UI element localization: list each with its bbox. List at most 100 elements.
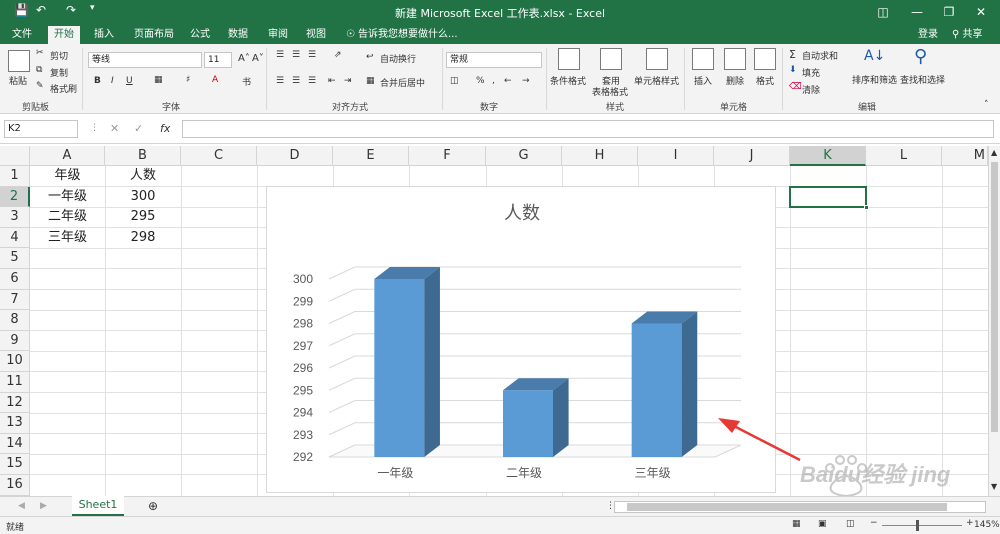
row-header[interactable]: 5 (0, 248, 30, 269)
cancel-icon[interactable]: ✕ (110, 122, 119, 135)
find-select-icon[interactable]: ⚲ (914, 46, 927, 67)
cut-button[interactable]: 剪切 (50, 49, 68, 62)
row-header[interactable]: 4 (0, 227, 30, 249)
copy-button[interactable]: 复制 (50, 66, 68, 79)
scroll-left-icon[interactable]: ◀ (18, 501, 25, 511)
increase-indent-icon[interactable]: ⇥ (344, 76, 352, 86)
cell-a1[interactable]: 年级 (30, 166, 105, 186)
font-size-select[interactable]: 11 (204, 52, 232, 68)
tab-formulas[interactable]: 公式 (184, 26, 216, 44)
decrease-decimal-icon[interactable]: → (522, 76, 530, 86)
conditional-format-icon[interactable] (558, 48, 580, 70)
number-format-select[interactable]: 常规 (446, 52, 542, 68)
row-header-selected[interactable]: 2 (0, 186, 30, 208)
collapse-ribbon-icon[interactable]: ˄ (984, 100, 989, 110)
font-name-select[interactable]: 等线 (88, 52, 202, 68)
column-header[interactable]: I (638, 146, 714, 166)
align-left-icon[interactable]: ☰ (276, 76, 284, 86)
delete-cells-button[interactable]: 删除 (726, 74, 744, 87)
fill-icon[interactable]: ⬇ (789, 65, 797, 75)
copy-icon[interactable]: ⧉ (36, 65, 42, 75)
tab-view[interactable]: 视图 (300, 26, 332, 44)
tab-data[interactable]: 数据 (222, 26, 254, 44)
align-center-icon[interactable]: ☰ (292, 76, 300, 86)
sort-filter-icon[interactable]: A↓ (864, 48, 885, 64)
row-header[interactable]: 11 (0, 372, 30, 393)
format-table-icon[interactable] (600, 48, 622, 70)
enter-icon[interactable]: ✓ (134, 122, 143, 135)
fill-color-icon[interactable]: ♯ (186, 75, 190, 85)
clear-icon[interactable]: ⌫ (789, 82, 802, 92)
horizontal-scrollbar[interactable] (614, 501, 986, 513)
bold-button[interactable]: B (94, 76, 101, 86)
cell-styles-button[interactable]: 单元格样式 (634, 74, 679, 87)
column-header[interactable]: G (486, 146, 562, 166)
decrease-indent-icon[interactable]: ⇤ (328, 76, 336, 86)
scroll-up-icon[interactable]: ▲ (991, 148, 997, 157)
grow-font-icon[interactable]: A˄ (238, 53, 250, 64)
row-header[interactable]: 10 (0, 351, 30, 372)
column-header[interactable]: F (409, 146, 486, 166)
increase-decimal-icon[interactable]: ← (504, 76, 512, 86)
tab-review[interactable]: 审阅 (262, 26, 294, 44)
tab-page-layout[interactable]: 页面布局 (128, 26, 180, 44)
formula-input[interactable] (182, 120, 994, 138)
horizontal-scroll-thumb[interactable] (627, 503, 947, 511)
format-painter-icon[interactable]: ✎ (36, 81, 44, 91)
zoom-out-icon[interactable]: − (870, 518, 878, 528)
paste-button[interactable]: 粘贴 (9, 74, 27, 87)
minimize-icon[interactable]: — (902, 2, 932, 22)
cell-b1[interactable]: 人数 (105, 166, 181, 186)
cell-a3[interactable]: 二年级 (30, 207, 105, 227)
select-all-corner[interactable] (0, 146, 30, 166)
login-link[interactable]: 登录 (912, 26, 944, 44)
align-right-icon[interactable]: ☰ (308, 76, 316, 86)
scroll-down-icon[interactable]: ▼ (991, 482, 997, 491)
column-header[interactable]: J (714, 146, 790, 166)
row-header[interactable]: 15 (0, 454, 30, 475)
format-cells-icon[interactable] (754, 48, 776, 70)
cut-icon[interactable]: ✂ (36, 48, 44, 58)
close-icon[interactable]: ✕ (966, 2, 996, 22)
underline-button[interactable]: U (126, 76, 133, 86)
vertical-scroll-thumb[interactable] (991, 162, 998, 432)
row-header[interactable]: 6 (0, 269, 30, 290)
format-cells-button[interactable]: 格式 (756, 74, 774, 87)
column-header[interactable]: D (257, 146, 333, 166)
insert-cells-icon[interactable] (692, 48, 714, 70)
row-header[interactable]: 9 (0, 330, 30, 352)
row-header[interactable]: 8 (0, 310, 30, 331)
active-cell-k2[interactable] (789, 186, 867, 208)
chart-title[interactable]: 人数 (504, 203, 540, 223)
tab-file[interactable]: 文件 (6, 26, 38, 44)
fill-handle[interactable] (864, 205, 869, 210)
insert-function-button[interactable]: fx (160, 122, 170, 135)
scroll-right-icon[interactable]: ▶ (40, 501, 47, 511)
format-painter-button[interactable]: 格式刷 (50, 82, 77, 95)
cell-a2[interactable]: 一年级 (30, 187, 105, 207)
align-middle-icon[interactable]: ☰ (292, 50, 300, 60)
ribbon-display-icon[interactable]: ◫ (868, 2, 898, 22)
column-header[interactable]: A (30, 146, 105, 166)
clear-button[interactable]: 清除 (802, 83, 820, 96)
shrink-font-icon[interactable]: A˅ (252, 53, 264, 64)
column-header[interactable]: L (866, 146, 942, 166)
cell-b3[interactable]: 295 (105, 207, 181, 227)
column-header[interactable]: H (562, 146, 638, 166)
accounting-icon[interactable]: ◫ (450, 76, 459, 86)
paste-icon[interactable] (8, 50, 30, 72)
wrap-text-icon[interactable]: ↩ (366, 52, 374, 62)
column-header[interactable]: E (333, 146, 409, 166)
cell-a4[interactable]: 三年级 (30, 228, 105, 248)
column-header[interactable]: M (942, 146, 988, 166)
restore-icon[interactable]: ❐ (934, 2, 964, 22)
cell-b4[interactable]: 298 (105, 228, 181, 248)
find-select-button[interactable]: 查找和选择 (900, 73, 945, 86)
row-header[interactable]: 1 (0, 166, 30, 187)
vertical-scrollbar[interactable]: ▲ ▼ (988, 146, 1000, 496)
sort-filter-button[interactable]: 排序和筛选 (852, 73, 897, 86)
sheet-tab-sheet1[interactable]: Sheet1 (72, 496, 124, 516)
row-header[interactable]: 3 (0, 207, 30, 228)
italic-button[interactable]: I (111, 76, 114, 86)
merge-center-button[interactable]: 合并后居中 (380, 76, 425, 89)
